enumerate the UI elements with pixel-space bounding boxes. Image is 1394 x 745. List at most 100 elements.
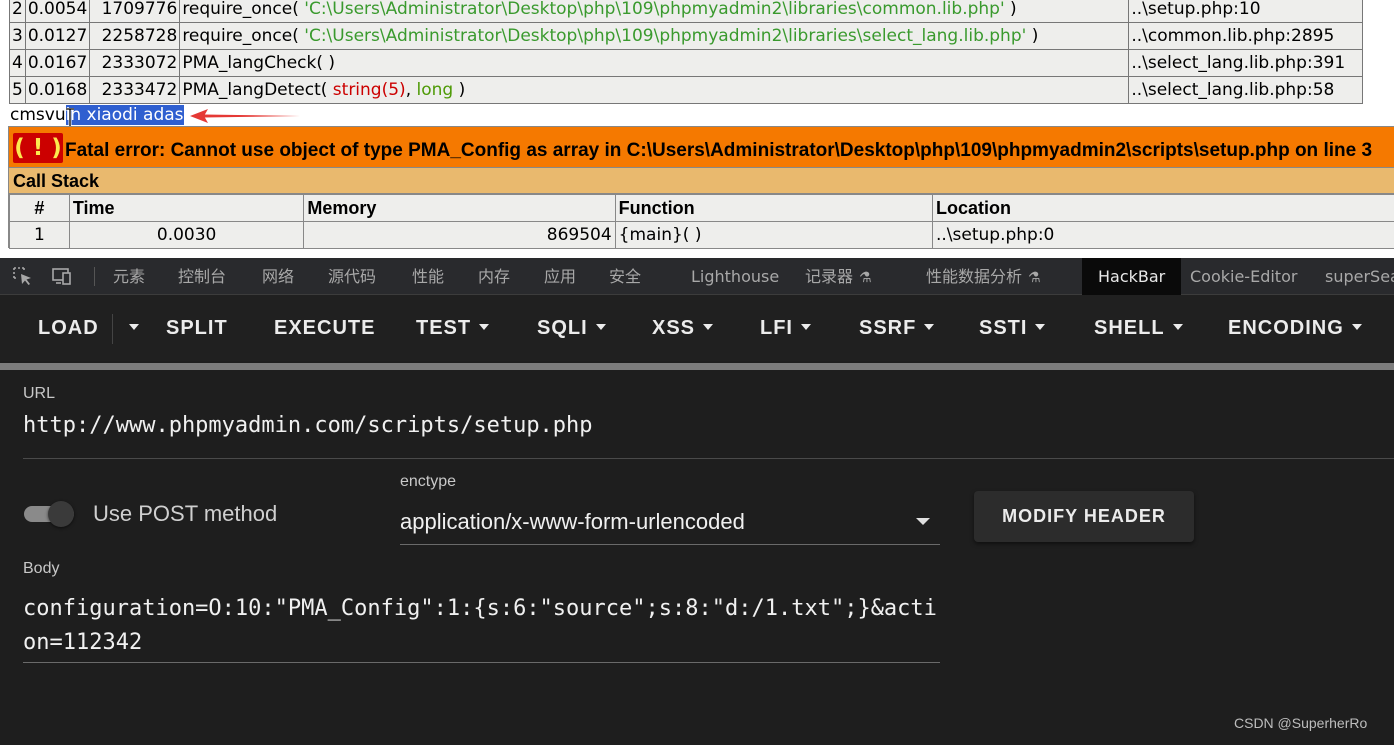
trace-location: ..\select_lang.lib.php:58 xyxy=(1128,76,1364,104)
chevron-down-icon xyxy=(1351,323,1362,330)
ssti-menu-button[interactable]: SSTI xyxy=(979,295,1046,361)
trace-function: PMA_langCheck( ) xyxy=(179,49,1130,77)
tab-application[interactable]: 应用 xyxy=(544,258,576,295)
table-row: 2 0.0054 1709776 require_once( 'C:\Users… xyxy=(9,0,1364,23)
encoding-menu-button[interactable]: ENCODING xyxy=(1228,295,1362,361)
trace-num: 5 xyxy=(9,76,26,104)
tab-recorder[interactable]: 记录器 ⚗ xyxy=(805,258,872,295)
trace-memory: 1709776 xyxy=(89,0,181,23)
dropdown-arrow-icon[interactable] xyxy=(916,518,930,525)
shell-menu-button[interactable]: SHELL xyxy=(1094,295,1183,361)
tab-lighthouse[interactable]: Lighthouse xyxy=(691,258,779,295)
tab-performance-insights[interactable]: 性能数据分析 ⚗ xyxy=(926,258,1041,295)
fatal-error-row: ( ! ) Fatal error: Cannot use object of … xyxy=(9,127,1394,168)
experimental-flask-icon: ⚗ xyxy=(1028,270,1041,286)
load-button[interactable]: LOAD xyxy=(38,295,99,361)
chevron-down-icon xyxy=(1035,323,1046,330)
trace-function: PMA_langDetect( string(5), long ) xyxy=(179,76,1130,104)
chevron-down-icon xyxy=(801,323,811,330)
function-name: PMA_langDetect( xyxy=(182,79,328,100)
load-menu-button[interactable] xyxy=(121,295,139,361)
tab-cookie-editor[interactable]: Cookie-Editor xyxy=(1190,258,1297,295)
enctype-label: enctype xyxy=(400,473,457,490)
chevron-down-icon xyxy=(703,323,714,330)
hackbar-form: URL http://www.phpmyadmin.com/scripts/se… xyxy=(0,370,1394,745)
trace-num: 2 xyxy=(9,0,26,23)
trace-location: ..\select_lang.lib.php:391 xyxy=(1128,49,1364,77)
xss-menu-button[interactable]: XSS xyxy=(652,295,714,361)
body-textarea[interactable]: configuration=O:10:"PMA_Config":1:{s:6:"… xyxy=(23,592,943,660)
sqli-label: SQLI xyxy=(537,317,588,339)
tab-divider xyxy=(94,267,95,286)
page-output-text[interactable]: cmsvuln xiaodi adas xyxy=(10,103,184,127)
tab-supersea[interactable]: superSea xyxy=(1325,258,1394,295)
output-selected-text[interactable]: ln xiaodi adas xyxy=(65,105,184,125)
callstack-function: {main}( ) xyxy=(614,221,933,249)
chevron-down-icon xyxy=(595,323,606,330)
body-textarea-underline xyxy=(23,662,940,663)
function-name: require_once( xyxy=(182,25,299,46)
fatal-error-message: Fatal error: Cannot use object of type P… xyxy=(65,140,1373,161)
trace-memory: 2258728 xyxy=(89,22,181,50)
chevron-down-icon xyxy=(1172,323,1183,330)
callstack-location: ..\setup.php:0 xyxy=(931,221,1394,249)
function-arg: 'C:\Users\Administrator\Desktop\php\109\… xyxy=(304,25,1027,46)
tab-sources[interactable]: 源代码 xyxy=(328,258,376,295)
url-input[interactable]: http://www.phpmyadmin.com/scripts/setup.… xyxy=(23,413,593,438)
inspect-element-icon[interactable] xyxy=(12,266,34,286)
resize-divider[interactable] xyxy=(0,363,1394,370)
trace-memory: 2333472 xyxy=(89,76,181,104)
devtools-tab-bar: 元素 控制台 网络 源代码 性能 内存 应用 安全 Lighthouse 记录器… xyxy=(0,258,1394,295)
trace-location: ..\common.lib.php:2895 xyxy=(1128,22,1364,50)
encoding-label: ENCODING xyxy=(1228,317,1344,339)
tab-memory[interactable]: 内存 xyxy=(478,258,510,295)
post-method-toggle[interactable] xyxy=(24,501,78,527)
tab-recorder-label: 记录器 xyxy=(805,267,854,286)
toggle-knob xyxy=(48,501,74,527)
trace-time: 0.0127 xyxy=(24,22,91,50)
chevron-down-icon xyxy=(924,323,935,330)
watermark-text: CSDN @SuperherRo xyxy=(1234,715,1368,731)
callstack-memory: 869504 xyxy=(303,221,616,249)
tab-console[interactable]: 控制台 xyxy=(178,258,226,295)
lfi-menu-button[interactable]: LFI xyxy=(760,295,811,361)
tab-network[interactable]: 网络 xyxy=(262,258,294,295)
tab-performance-insights-label: 性能数据分析 xyxy=(926,267,1023,286)
test-label: TEST xyxy=(416,317,472,339)
ssti-label: SSTI xyxy=(979,317,1028,339)
red-arrow-annotation xyxy=(190,109,300,123)
xss-label: XSS xyxy=(652,317,696,339)
tab-performance[interactable]: 性能 xyxy=(412,258,444,295)
url-input-underline xyxy=(23,458,1394,459)
ssrf-label: SSRF xyxy=(859,317,917,339)
callstack-label: Call Stack xyxy=(13,171,100,191)
trace-time: 0.0054 xyxy=(24,0,91,23)
trace-memory: 2333072 xyxy=(89,49,181,77)
post-method-label[interactable]: Use POST method xyxy=(93,501,277,527)
chevron-down-icon xyxy=(479,323,490,330)
warning-icon: ( ! ) xyxy=(13,133,63,163)
trace-time: 0.0168 xyxy=(24,76,91,104)
device-toolbar-icon[interactable] xyxy=(51,266,73,286)
column-header: Function xyxy=(614,194,933,222)
toolbar-divider xyxy=(112,314,113,344)
sqli-menu-button[interactable]: SQLI xyxy=(537,295,606,361)
tab-elements[interactable]: 元素 xyxy=(113,258,145,295)
url-label: URL xyxy=(23,385,56,402)
output-plain-text[interactable]: cmsvu xyxy=(10,105,66,125)
test-menu-button[interactable]: TEST xyxy=(416,295,490,361)
table-row: 1 0.0030 869504 {main}( ) ..\setup.php:0 xyxy=(9,221,1394,249)
xdebug-trace-table: 2 0.0054 1709776 require_once( 'C:\Users… xyxy=(9,0,1364,104)
body-label: Body xyxy=(23,560,60,577)
enctype-select[interactable]: application/x-www-form-urlencoded xyxy=(400,509,745,535)
execute-button[interactable]: EXECUTE xyxy=(274,295,375,361)
modify-header-button[interactable]: MODIFY HEADER xyxy=(974,491,1194,542)
devtools-panel: 元素 控制台 网络 源代码 性能 内存 应用 安全 Lighthouse 记录器… xyxy=(0,258,1394,745)
tab-hackbar[interactable]: HackBar xyxy=(1082,258,1182,295)
table-row: 4 0.0167 2333072 PMA_langCheck( ) ..\sel… xyxy=(9,49,1364,77)
lfi-label: LFI xyxy=(760,317,793,339)
split-button[interactable]: SPLIT xyxy=(166,295,228,361)
arg-separator: , xyxy=(405,79,412,100)
ssrf-menu-button[interactable]: SSRF xyxy=(859,295,935,361)
tab-security[interactable]: 安全 xyxy=(609,258,641,295)
